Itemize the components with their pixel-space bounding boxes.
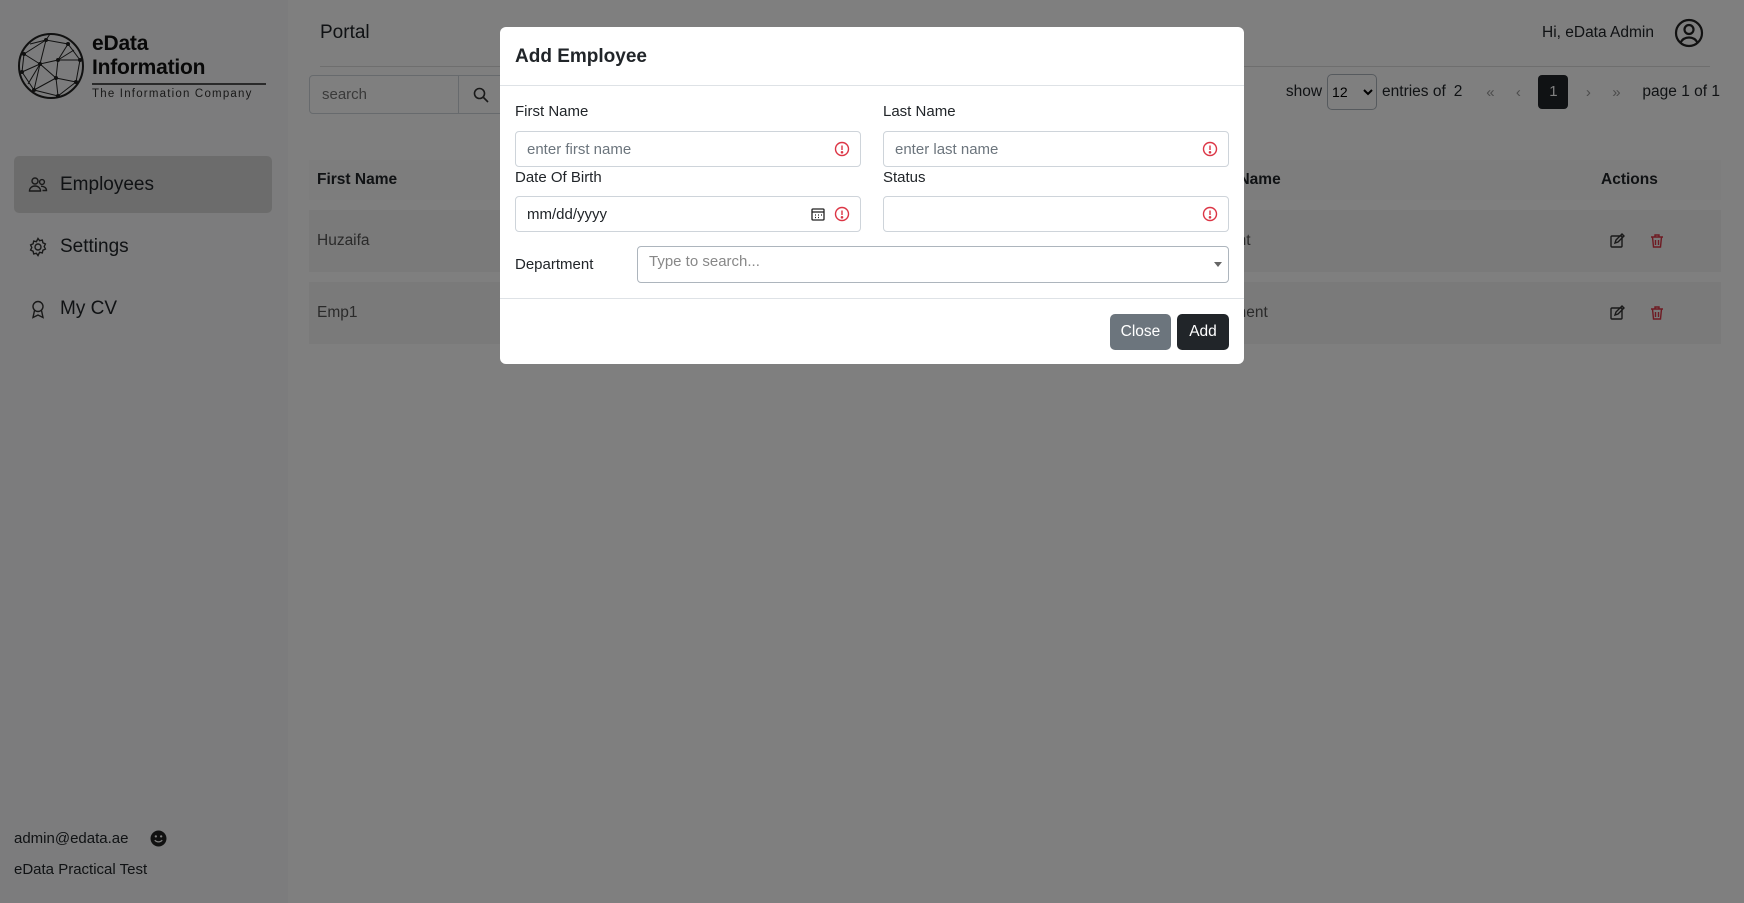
warning-icon — [834, 206, 850, 222]
first-name-label: First Name — [515, 103, 589, 120]
department-label: Department — [515, 256, 594, 273]
last-name-label: Last Name — [883, 103, 956, 120]
department-select[interactable]: Type to search... — [637, 246, 1229, 283]
caret-down-icon — [1214, 262, 1222, 267]
first-name-placeholder: enter first name — [527, 140, 632, 158]
last-name-input[interactable]: enter last name — [883, 131, 1229, 167]
last-name-placeholder: enter last name — [895, 140, 999, 158]
warning-icon — [1202, 206, 1218, 222]
add-employee-modal: Add Employee First Name enter first name… — [500, 27, 1244, 364]
department-placeholder: Type to search... — [649, 253, 760, 270]
status-input[interactable] — [883, 196, 1229, 232]
warning-icon — [1202, 141, 1218, 157]
add-button[interactable]: Add — [1177, 314, 1229, 350]
dob-label: Date Of Birth — [515, 169, 602, 186]
close-button[interactable]: Close — [1110, 314, 1171, 350]
warning-icon — [834, 141, 850, 157]
dob-input[interactable]: mm/dd/yyyy — [515, 196, 861, 232]
dob-value: mm/dd/yyyy — [527, 205, 608, 223]
modal-title: Add Employee — [515, 46, 647, 67]
first-name-input[interactable]: enter first name — [515, 131, 861, 167]
status-label: Status — [883, 169, 926, 186]
calendar-icon[interactable] — [810, 206, 826, 222]
